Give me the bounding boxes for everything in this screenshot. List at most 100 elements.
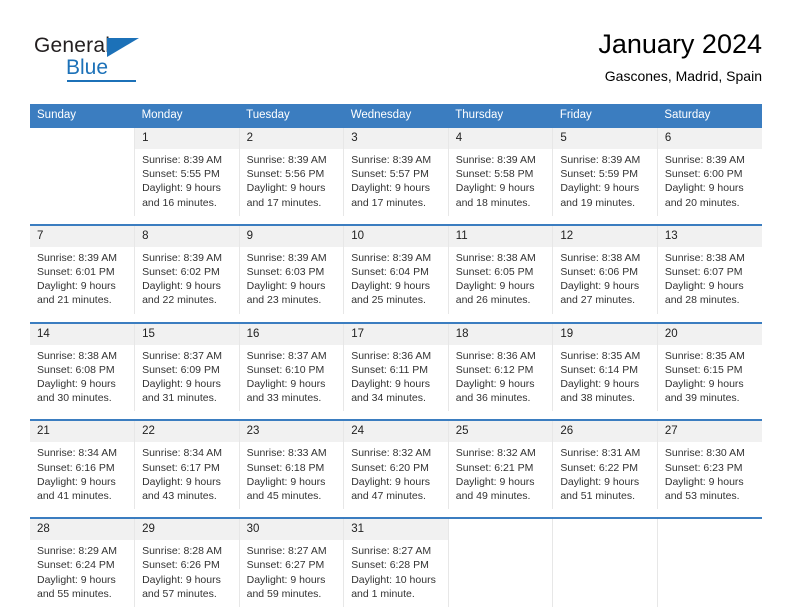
sunset-text: Sunset: 6:14 PM: [560, 363, 638, 376]
sunset-text: Sunset: 6:03 PM: [246, 266, 325, 279]
daylight-text: Daylight: 9 hours: [246, 182, 326, 195]
calendar-day-cell[interactable]: 30 Sunrise: 8:27 AM Sunset: 6:27 PM Dayligh…: [239, 517, 345, 608]
daylight-text: and 49 minutes.: [455, 490, 531, 503]
sunset-text: Sunset: 6:01 PM: [37, 266, 115, 279]
calendar-day-cell[interactable]: 4 Sunrise: 8:39 AM Sunset: 5:58 PM Daylight…: [448, 126, 554, 216]
calendar-day-cell[interactable]: 22 Sunrise: 8:34 AM Sunset: 6:17 PM Dayligh…: [134, 419, 240, 510]
day-details: Sunrise: 8:30 AM Sunset: 6:23 PM Daylight:…: [658, 442, 762, 509]
sunrise-text: Sunrise: 8:36 AM: [351, 349, 432, 362]
calendar-body: 1 Sunrise: 8:39 AM Sunset: 5:55 PM Daylight…: [30, 126, 762, 608]
daylight-text: Daylight: 9 hours: [351, 182, 430, 195]
calendar-day-cell[interactable]: 10 Sunrise: 8:39 AM Sunset: 6:04 PM Dayligh…: [343, 223, 449, 314]
sunrise-text: Sunrise: 8:39 AM: [664, 154, 745, 166]
calendar-day-cell[interactable]: 21 Sunrise: 8:34 AM Sunset: 6:16 PM Dayligh…: [30, 419, 136, 510]
daylight-text: and 28 minutes.: [664, 294, 740, 307]
daylight-text: Daylight: 9 hours: [37, 475, 116, 488]
daylight-text: Daylight: 9 hours: [246, 280, 326, 293]
day-details: Sunrise: 8:35 AM Sunset: 6:14 PM Daylight:…: [553, 345, 657, 412]
calendar-day-cell[interactable]: 18 Sunrise: 8:36 AM Sunset: 6:12 PM Dayligh…: [448, 321, 554, 412]
sunset-text: Sunset: 6:16 PM: [37, 461, 115, 474]
calendar-day-cell[interactable]: 3 Sunrise: 8:39 AM Sunset: 5:57 PM Daylight…: [343, 126, 449, 216]
calendar-day-cell[interactable]: 19 Sunrise: 8:35 AM Sunset: 6:14 PM Dayligh…: [552, 321, 658, 412]
calendar-day-cell[interactable]: 8 Sunrise: 8:39 AM Sunset: 6:02 PM Daylight…: [134, 223, 240, 314]
sunrise-text: Sunrise: 8:33 AM: [246, 447, 327, 460]
sunrise-text: Sunrise: 8:35 AM: [664, 349, 745, 362]
calendar-week-row: 28 Sunrise: 8:29 AM Sunset: 6:24 PM Dayligh…: [30, 517, 762, 608]
weekday-header-row: Sunday Monday Tuesday Wednesday Thursday…: [30, 104, 762, 127]
calendar-week-row: 1 Sunrise: 8:39 AM Sunset: 5:55 PM Daylight…: [30, 126, 762, 216]
daylight-text: and 47 minutes.: [351, 490, 426, 503]
week-spacer-cell: [30, 313, 762, 323]
calendar-day-cell[interactable]: 25 Sunrise: 8:32 AM Sunset: 6:21 PM Dayligh…: [448, 419, 554, 510]
calendar-day-cell[interactable]: 24 Sunrise: 8:32 AM Sunset: 6:20 PM Dayligh…: [343, 419, 449, 510]
daylight-text: and 34 minutes.: [351, 392, 426, 405]
day-details: Sunrise: 8:39 AM Sunset: 5:55 PM Daylight:…: [135, 149, 239, 216]
sunset-text: Sunset: 6:04 PM: [351, 266, 429, 279]
daylight-text: Daylight: 9 hours: [560, 182, 640, 195]
calendar-day-cell[interactable]: 6 Sunrise: 8:39 AM Sunset: 6:00 PM Daylight…: [657, 126, 762, 216]
day-details: [658, 540, 762, 602]
calendar-day-cell[interactable]: 11 Sunrise: 8:38 AM Sunset: 6:05 PM Dayligh…: [448, 223, 554, 314]
sunset-text: Sunset: 5:58 PM: [455, 168, 534, 181]
sunrise-text: Sunrise: 8:38 AM: [664, 251, 745, 264]
calendar-day-cell[interactable]: 16 Sunrise: 8:37 AM Sunset: 6:10 PM Dayligh…: [239, 321, 345, 412]
day-number: 25: [448, 421, 553, 443]
calendar-day-cell[interactable]: 28 Sunrise: 8:29 AM Sunset: 6:24 PM Dayligh…: [30, 517, 136, 608]
daylight-text: and 41 minutes.: [37, 490, 112, 503]
day-number: 16: [239, 323, 344, 345]
daylight-text: Daylight: 9 hours: [37, 378, 116, 391]
sunrise-text: Sunrise: 8:37 AM: [142, 349, 223, 362]
calendar-day-cell[interactable]: 17 Sunrise: 8:36 AM Sunset: 6:11 PM Dayligh…: [343, 321, 449, 412]
day-number: 3: [344, 128, 448, 149]
calendar-day-cell[interactable]: 14 Sunrise: 8:38 AM Sunset: 6:08 PM Dayligh…: [30, 321, 136, 412]
calendar-day-cell[interactable]: 31 Sunrise: 8:27 AM Sunset: 6:28 PM Dayligh…: [343, 517, 449, 608]
daylight-text: and 16 minutes.: [142, 196, 217, 209]
daylight-text: and 55 minutes.: [37, 587, 112, 600]
calendar-day-cell-empty: [552, 517, 658, 608]
daylight-text: Daylight: 9 hours: [246, 573, 326, 586]
day-details: Sunrise: 8:28 AM Sunset: 6:26 PM Daylight:…: [135, 540, 239, 607]
day-number: 31: [344, 519, 448, 541]
general-blue-logo[interactable]: General Blue: [34, 34, 184, 92]
day-details: [449, 540, 553, 602]
day-details: Sunrise: 8:39 AM Sunset: 6:01 PM Daylight:…: [30, 247, 134, 314]
sunset-text: Sunset: 5:59 PM: [560, 168, 638, 181]
calendar-day-cell[interactable]: 20 Sunrise: 8:35 AM Sunset: 6:15 PM Dayligh…: [657, 321, 762, 412]
daylight-text: and 33 minutes.: [246, 392, 322, 405]
sunrise-text: Sunrise: 8:34 AM: [142, 447, 223, 460]
calendar-day-cell[interactable]: 5 Sunrise: 8:39 AM Sunset: 5:59 PM Daylight…: [552, 126, 658, 216]
weekday-header-sunday: Sunday: [30, 104, 135, 127]
calendar-day-cell[interactable]: 1 Sunrise: 8:39 AM Sunset: 5:55 PM Daylight…: [134, 126, 240, 216]
calendar-day-cell[interactable]: 29 Sunrise: 8:28 AM Sunset: 6:26 PM Dayligh…: [134, 517, 240, 608]
weekday-header-thursday: Thursday: [448, 104, 553, 127]
day-number: 27: [657, 421, 762, 443]
daylight-text: and 51 minutes.: [560, 490, 636, 503]
day-number: 10: [344, 225, 448, 247]
sunrise-text: Sunrise: 8:28 AM: [142, 545, 223, 558]
sunset-text: Sunset: 5:55 PM: [142, 168, 220, 181]
calendar-day-cell[interactable]: 15 Sunrise: 8:37 AM Sunset: 6:09 PM Dayligh…: [134, 321, 240, 412]
day-number: 4: [448, 128, 553, 149]
daylight-text: Daylight: 9 hours: [455, 182, 535, 195]
day-details: Sunrise: 8:39 AM Sunset: 5:56 PM Daylight:…: [240, 149, 344, 216]
calendar-day-cell[interactable]: 27 Sunrise: 8:30 AM Sunset: 6:23 PM Dayligh…: [657, 419, 762, 510]
day-number: 8: [135, 225, 239, 247]
day-details: Sunrise: 8:34 AM Sunset: 6:16 PM Daylight:…: [30, 442, 134, 509]
calendar-day-cell[interactable]: 26 Sunrise: 8:31 AM Sunset: 6:22 PM Dayligh…: [552, 419, 658, 510]
calendar-day-cell[interactable]: 9 Sunrise: 8:39 AM Sunset: 6:03 PM Daylight…: [239, 223, 345, 314]
sunset-text: Sunset: 6:15 PM: [664, 363, 743, 376]
calendar-day-cell[interactable]: 13 Sunrise: 8:38 AM Sunset: 6:07 PM Dayligh…: [657, 223, 762, 314]
calendar-day-cell[interactable]: 12 Sunrise: 8:38 AM Sunset: 6:06 PM Dayligh…: [552, 223, 658, 314]
calendar-day-cell[interactable]: 7 Sunrise: 8:39 AM Sunset: 6:01 PM Daylight…: [30, 223, 136, 314]
day-details: Sunrise: 8:32 AM Sunset: 6:21 PM Daylight:…: [449, 442, 553, 509]
sunrise-text: Sunrise: 8:39 AM: [142, 251, 223, 264]
daylight-text: and 38 minutes.: [560, 392, 636, 405]
day-details: Sunrise: 8:29 AM Sunset: 6:24 PM Daylight:…: [30, 540, 134, 607]
sunrise-text: Sunrise: 8:37 AM: [246, 349, 327, 362]
calendar-day-cell[interactable]: 23 Sunrise: 8:33 AM Sunset: 6:18 PM Dayligh…: [239, 419, 345, 510]
day-details: Sunrise: 8:36 AM Sunset: 6:11 PM Daylight:…: [344, 345, 448, 412]
sunset-text: Sunset: 6:06 PM: [560, 266, 638, 279]
calendar-day-cell[interactable]: 2 Sunrise: 8:39 AM Sunset: 5:56 PM Daylight…: [239, 126, 345, 216]
day-number: 24: [344, 421, 448, 443]
daylight-text: Daylight: 9 hours: [560, 280, 640, 293]
